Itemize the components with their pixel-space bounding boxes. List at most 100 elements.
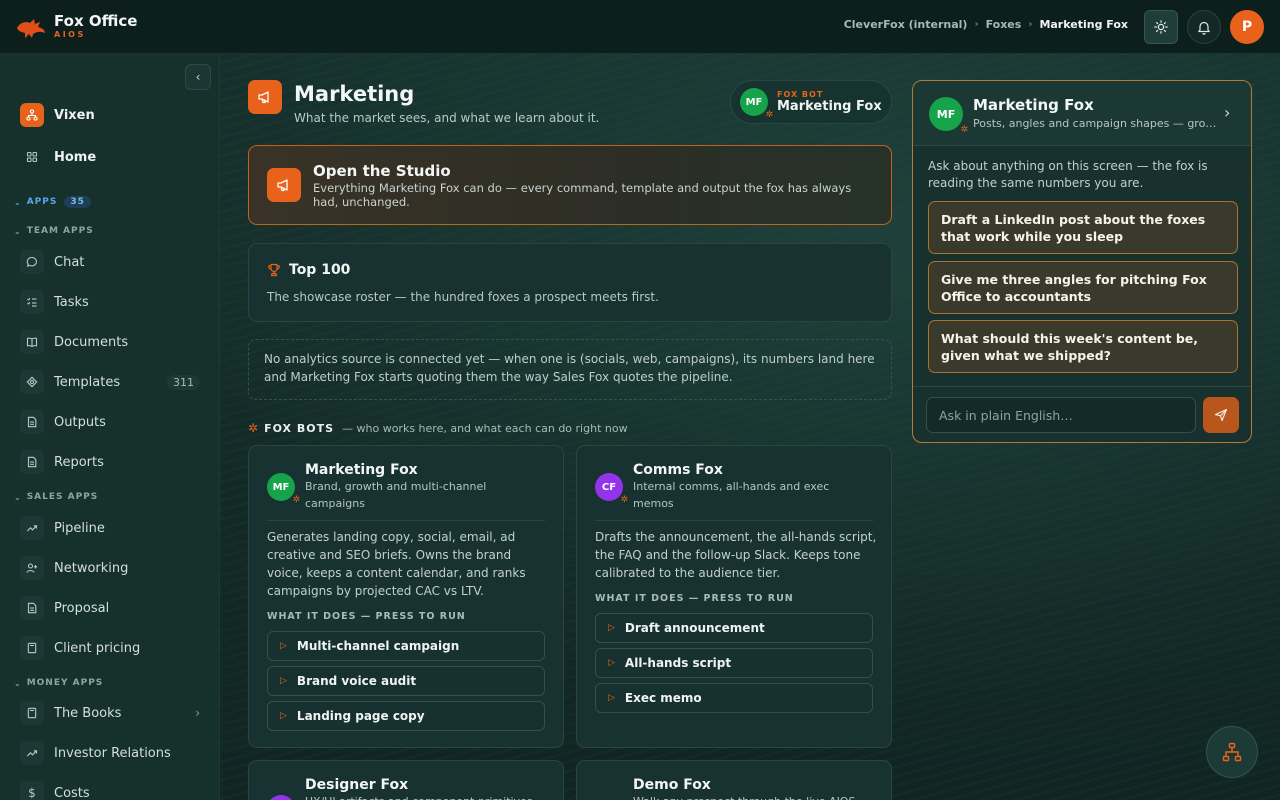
chevron-right-icon: › <box>195 706 200 720</box>
calculator-icon <box>20 701 44 725</box>
open-studio-card[interactable]: Open the Studio Everything Marketing Fox… <box>248 145 892 225</box>
chevron-down-icon: ⌄ <box>14 678 22 688</box>
breadcrumb-separator-icon: › <box>1028 19 1033 30</box>
section-money-apps[interactable]: ⌄ MONEY APPS <box>14 678 103 688</box>
run-button[interactable]: ▷ Draft announcement <box>595 613 873 643</box>
top-bar: Fox Office AIOS CleverFox (internal) › F… <box>0 0 1280 54</box>
avatar-initials: MF <box>936 107 956 121</box>
bot-role: Brand, growth and multi-channel campaign… <box>305 480 487 510</box>
run-button-label: All-hands script <box>624 656 732 670</box>
brand[interactable]: Fox Office AIOS <box>16 13 137 40</box>
section-team-apps[interactable]: ⌄ TEAM APPS <box>14 226 94 236</box>
sidebar-item-label: Documents <box>54 334 129 350</box>
sidebar-item-networking[interactable]: Networking <box>20 556 200 580</box>
bot-name: Designer Fox <box>305 777 409 793</box>
run-button-label: Landing page copy <box>296 709 425 723</box>
trend-icon <box>20 741 44 765</box>
run-button[interactable]: ▷ Exec memo <box>595 683 873 713</box>
fox-bot-pill[interactable]: MF ✲ FOX BOT Marketing Fox <box>730 80 892 124</box>
chat-input[interactable] <box>926 397 1196 433</box>
fox-bots-header: ✲ FOX BOTS — who works here, and what ea… <box>248 421 628 435</box>
breadcrumb-item[interactable]: CleverFox (internal) <box>844 18 968 31</box>
org-chart-button[interactable] <box>1206 726 1258 778</box>
bot-name: Demo Fox <box>633 777 711 793</box>
book-icon <box>20 330 44 354</box>
paw-icon: ✲ <box>248 421 259 435</box>
run-button-label: Exec memo <box>624 691 702 705</box>
divider <box>913 386 1251 387</box>
sidebar-item-outputs[interactable]: Outputs <box>20 410 200 434</box>
theme-toggle-button[interactable] <box>1144 10 1178 44</box>
sidebar-item-label: Reports <box>54 454 104 470</box>
avatar-initials: CF <box>601 481 617 493</box>
send-button[interactable] <box>1203 397 1239 433</box>
file-icon <box>20 410 44 434</box>
dollar-icon: $ <box>20 781 44 800</box>
sidebar-item-tasks[interactable]: Tasks <box>20 290 200 314</box>
paw-icon: ✲ <box>620 495 628 505</box>
section-apps[interactable]: ⌄ APPS 35 <box>14 196 91 208</box>
app-name: Fox Office <box>54 12 138 30</box>
app-sub: AIOS <box>54 30 86 39</box>
run-button[interactable]: ▷ Landing page copy <box>267 701 545 731</box>
fox-logo-icon <box>17 18 45 38</box>
checklist-icon <box>20 290 44 314</box>
sidebar-item-templates[interactable]: Templates 311 <box>20 370 200 394</box>
actions-label: WHAT IT DOES — PRESS TO RUN <box>267 611 466 622</box>
notifications-button[interactable] <box>1187 10 1221 44</box>
chevron-right-icon[interactable]: › <box>1224 103 1230 122</box>
breadcrumb-current: Marketing Fox <box>1039 18 1128 31</box>
sidebar-item-label: Vixen <box>54 107 95 123</box>
collapse-sidebar-button[interactable]: ‹ <box>185 64 211 90</box>
megaphone-icon <box>248 80 282 114</box>
divider <box>595 520 873 521</box>
run-button[interactable]: ▷ All-hands script <box>595 648 873 678</box>
bot-name: Comms Fox <box>633 462 723 478</box>
grid-icon <box>20 145 44 169</box>
megaphone-icon <box>267 168 301 202</box>
section-sales-apps[interactable]: ⌄ SALES APPS <box>14 492 98 502</box>
run-button[interactable]: ▷ Brand voice audit <box>267 666 545 696</box>
run-button-label: Draft announcement <box>624 621 765 635</box>
suggestion-button[interactable]: What should this week's content be, give… <box>928 320 1238 373</box>
sidebar-item-chat[interactable]: Chat <box>20 250 200 274</box>
avatar: MF ✲ <box>267 473 300 505</box>
top-100-card[interactable]: Top 100 The showcase roster — the hundre… <box>248 243 892 322</box>
section-label: MONEY APPS <box>26 678 104 688</box>
breadcrumb-item[interactable]: Foxes <box>986 18 1022 31</box>
section-label: TEAM APPS <box>26 226 94 236</box>
file-icon <box>20 450 44 474</box>
sidebar-item-reports[interactable]: Reports <box>20 450 200 474</box>
chevron-left-icon: ‹ <box>195 70 201 84</box>
avatar-initials: MF <box>745 96 763 108</box>
sidebar-item-the-books[interactable]: The Books › <box>20 701 200 725</box>
sidebar: ‹ Vixen Home ⌄ APPS 35 ⌄ TEAM APPS Chat … <box>0 54 220 800</box>
avatar: DF <box>267 795 295 800</box>
sidebar-item-home[interactable]: Home <box>20 145 200 169</box>
sidebar-item-label: Networking <box>54 560 129 576</box>
sidebar-item-costs[interactable]: $ Costs <box>20 781 200 800</box>
user-avatar[interactable]: P <box>1230 10 1264 44</box>
sidebar-item-proposal[interactable]: Proposal <box>20 596 200 620</box>
sidebar-item-client-pricing[interactable]: Client pricing <box>20 636 200 660</box>
divider <box>267 520 545 521</box>
section-label: SALES APPS <box>26 492 99 502</box>
avatar: MF ✲ <box>929 97 968 135</box>
sidebar-item-label: Investor Relations <box>54 745 171 761</box>
templates-count-badge: 311 <box>167 374 200 390</box>
sidebar-item-documents[interactable]: Documents <box>20 330 200 354</box>
sidebar-item-label: Chat <box>54 254 85 270</box>
fox-bot-card-comms: CF ✲ Comms Fox Internal comms, all-hands… <box>576 445 892 748</box>
sidebar-item-pipeline[interactable]: Pipeline <box>20 516 200 540</box>
suggestion-button[interactable]: Draft a LinkedIn post about the foxes th… <box>928 201 1238 254</box>
chat-icon <box>20 250 44 274</box>
sun-icon <box>1154 20 1168 34</box>
chat-header[interactable]: MF ✲ Marketing Fox Posts, angles and cam… <box>913 81 1251 146</box>
org-chart-icon <box>1222 742 1242 762</box>
run-button[interactable]: ▷ Multi-channel campaign <box>267 631 545 661</box>
sidebar-item-investor-relations[interactable]: Investor Relations <box>20 741 200 765</box>
play-icon: ▷ <box>608 623 615 633</box>
suggestion-button[interactable]: Give me three angles for pitching Fox Of… <box>928 261 1238 314</box>
bot-name: Marketing Fox <box>305 462 418 478</box>
sidebar-item-vixen[interactable]: Vixen <box>20 103 200 127</box>
